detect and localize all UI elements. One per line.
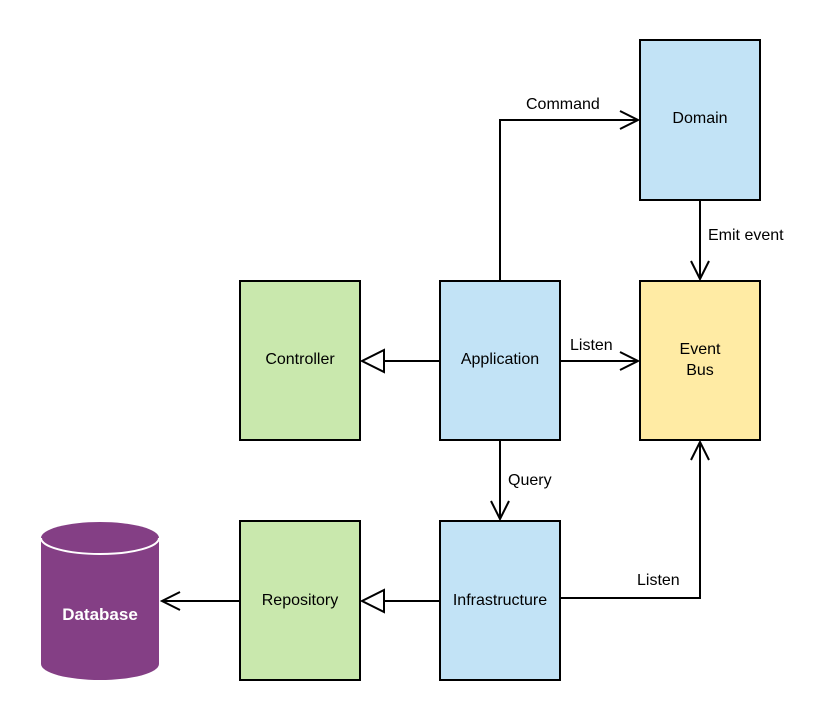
node-label: Bus: [686, 362, 714, 379]
node-event-bus[interactable]: Event Bus: [639, 280, 761, 441]
edge-application-controller: [359, 348, 440, 374]
node-controller[interactable]: Controller: [239, 280, 361, 441]
edge-repository-database: [159, 591, 240, 611]
node-label: Domain: [672, 110, 727, 127]
edge-label-listen-application: Listen: [570, 337, 613, 354]
edge-query: [490, 441, 510, 522]
node-repository[interactable]: Repository: [239, 520, 361, 681]
node-label: Event: [680, 341, 721, 358]
node-label: Database: [62, 605, 138, 624]
edge-infrastructure-repository: [359, 588, 440, 614]
edge-label-emit-event: Emit event: [708, 227, 784, 244]
node-domain[interactable]: Domain: [639, 39, 761, 201]
edge-label-listen-infrastructure: Listen: [637, 572, 680, 589]
edge-label-query: Query: [508, 472, 552, 489]
edge-command: [499, 110, 641, 281]
node-label: Controller: [265, 351, 335, 368]
edge-label-command: Command: [526, 96, 600, 113]
edge-emit-event: [690, 200, 710, 282]
node-label: Application: [461, 351, 539, 368]
edge-listen-application: [560, 351, 641, 371]
node-database[interactable]: Database: [40, 522, 160, 680]
node-application[interactable]: Application: [439, 280, 561, 441]
node-label: Repository: [262, 592, 338, 609]
architecture-diagram: Command Emit event Listen Query Listen D…: [40, 39, 784, 681]
node-infrastructure[interactable]: Infrastructure: [439, 520, 561, 681]
node-label: Infrastructure: [453, 592, 547, 609]
edge-listen-infrastructure: [560, 439, 710, 599]
